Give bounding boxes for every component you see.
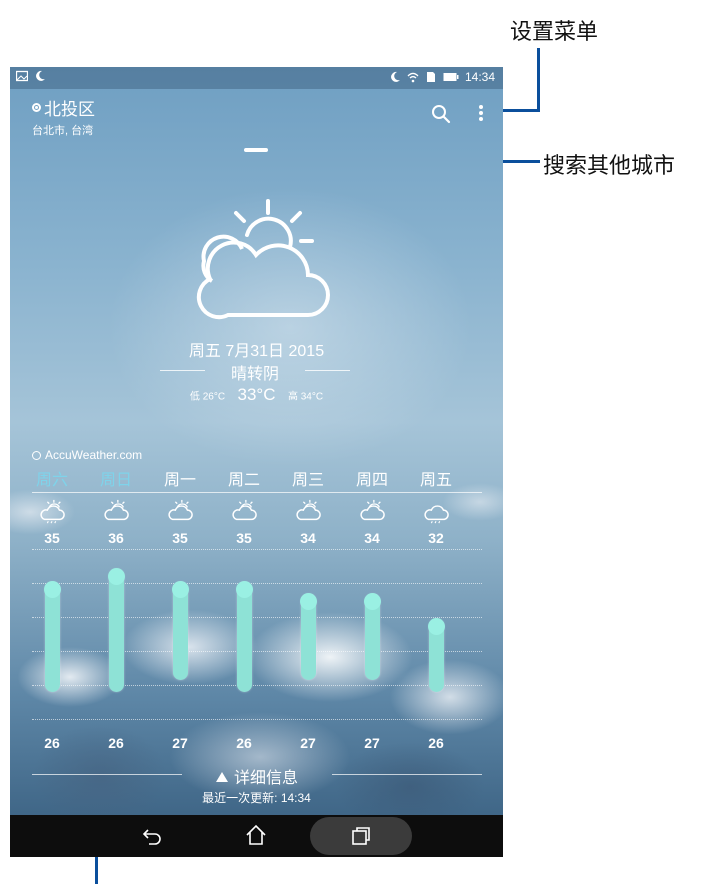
location-region: 台北市, 台湾 [32, 125, 94, 137]
updated-label: 最近一次更新: [202, 791, 278, 805]
location-icon [32, 103, 41, 112]
grid-line [32, 617, 482, 618]
current-date: 周五 7月31日 2015 [188, 343, 325, 360]
grid-line [32, 583, 482, 584]
forecast-high: 36 [108, 530, 124, 546]
grid-line [32, 651, 482, 652]
wifi-icon [407, 72, 419, 83]
forecast-low: 27 [172, 735, 188, 751]
forecast-low: 26 [44, 735, 60, 751]
sun-cloud-icon [164, 499, 196, 525]
image-icon [16, 70, 28, 82]
settings-menu-callout: 设置菜单 [510, 20, 599, 45]
forecast-high: 35 [236, 530, 252, 546]
high-temp: 高 34°C [287, 391, 324, 403]
moon-icon [36, 70, 45, 81]
location-block[interactable]: 北投区 台北市, 台湾 [32, 95, 95, 138]
forecast-day-label: 周二 [227, 472, 260, 489]
current-temp: 33°C [237, 385, 276, 404]
forecast-low: 27 [300, 735, 316, 751]
forecast-low: 26 [236, 735, 252, 751]
navigation-bar [10, 815, 503, 857]
sun-cloud-icon [292, 499, 324, 525]
temperature-range-bar[interactable] [363, 592, 381, 681]
location-name: 北投区 [44, 100, 95, 119]
overflow-menu-icon[interactable] [476, 103, 486, 125]
forecast-day-label: 周六 [35, 472, 68, 489]
forecast-day-label: 周日 [99, 472, 132, 489]
home-icon[interactable] [244, 823, 268, 847]
forecast-high: 35 [44, 530, 60, 546]
moon-icon [391, 71, 400, 82]
forecast-day-label: 周一 [163, 472, 196, 489]
grid-line [32, 685, 482, 686]
last-updated: 最近一次更新: 14:34 [10, 789, 503, 806]
expand-up-icon [215, 772, 228, 782]
sim-icon [426, 72, 435, 82]
provider-name: AccuWeather.com [45, 448, 143, 462]
current-condition: 晴转阴 [160, 360, 350, 384]
temperature-range-bar[interactable] [43, 580, 61, 693]
forecast-day-label: 周四 [355, 472, 388, 489]
grid-line [32, 719, 482, 720]
low-temp: 低 26°C [189, 391, 226, 403]
sun-cloud-rain-icon [36, 499, 68, 525]
temperature-range-bar[interactable] [299, 592, 317, 681]
forecast-low: 26 [108, 735, 124, 751]
forecast-day-label: 周三 [291, 472, 324, 489]
current-temps: 低 26°C 33°C 高 34°C [10, 385, 503, 405]
accuweather-icon [32, 450, 41, 460]
search-cities-callout: 搜索其他城市 [543, 154, 676, 179]
back-icon[interactable] [140, 824, 164, 848]
updated-time: 14:34 [280, 791, 311, 805]
status-bar: 14:34 [10, 67, 503, 89]
grid-line [32, 549, 482, 550]
temperature-grid [32, 549, 482, 729]
forecast-high: 34 [300, 530, 316, 546]
temperature-range-bar[interactable] [427, 617, 445, 693]
forecast-days: 周六 周日 周一 周二 周三 周四 周五 [32, 466, 482, 493]
sun-cloud-icon [100, 499, 132, 525]
battery-icon [443, 73, 459, 81]
sun-cloud-icon [356, 499, 388, 525]
search-icon[interactable] [430, 103, 452, 125]
cloud-rain-icon [420, 499, 452, 525]
forecast-high: 34 [364, 530, 380, 546]
temperature-range-bar[interactable] [171, 580, 189, 681]
details-label: 详细信息 [233, 770, 298, 787]
settings-menu-leader [537, 48, 540, 112]
forecast-high: 32 [428, 530, 444, 546]
temperature-range-bar[interactable] [107, 568, 125, 693]
forecast-low: 27 [364, 735, 380, 751]
details-toggle[interactable]: 详细信息 [32, 764, 482, 788]
weather-screen: 14:34 北投区 台北市, 台湾 周五 7月31日 2015 晴转阴 低 26… [10, 67, 503, 857]
sun-cloud-icon [228, 499, 260, 525]
forecast-high: 35 [172, 530, 188, 546]
clock: 14:34 [464, 70, 495, 84]
recent-apps-icon[interactable] [350, 825, 372, 847]
forecast-low: 26 [428, 735, 444, 751]
provider-link[interactable]: AccuWeather.com [32, 448, 142, 462]
temperature-range-bar[interactable] [235, 580, 253, 693]
partly-cloudy-sun-icon [196, 199, 330, 320]
drag-handle[interactable] [244, 148, 268, 152]
forecast-day-label: 周五 [419, 472, 452, 489]
